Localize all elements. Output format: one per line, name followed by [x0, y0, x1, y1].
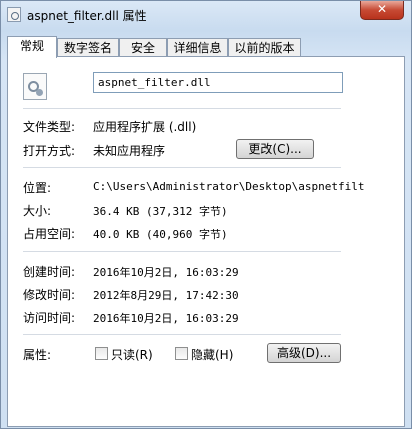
file-name-field[interactable]: aspnet_filter.dll [93, 72, 343, 93]
tab-security[interactable]: 安全 [119, 38, 167, 57]
separator [23, 334, 341, 335]
size-label: 大小: [23, 204, 52, 218]
accessed-value: 2016年10月2日, 16:03:29 [93, 312, 239, 325]
tab-previous-versions[interactable]: 以前的版本 [228, 38, 301, 57]
properties-window: aspnet_filter.dll 属性 ✕ 常规 数字签名 安全 详细信息 以… [0, 0, 412, 429]
dll-file-icon [7, 7, 21, 22]
readonly-label[interactable]: 只读(R) [111, 346, 153, 363]
open-with-label: 打开方式: [23, 144, 76, 158]
separator [23, 108, 341, 109]
hidden-label[interactable]: 隐藏(H) [191, 346, 233, 363]
change-button[interactable]: 更改(C)... [236, 139, 314, 159]
location-label: 位置: [23, 181, 52, 195]
file-type-value: 应用程序扩展 (.dll) [93, 120, 197, 134]
created-label: 创建时间: [23, 265, 76, 279]
tab-details[interactable]: 详细信息 [167, 38, 228, 57]
attributes-label: 属性: [23, 348, 52, 362]
accessed-label: 访问时间: [23, 311, 76, 325]
window-title: aspnet_filter.dll 属性 [27, 9, 147, 23]
size-on-disk-value: 40.0 KB (40,960 字节) [93, 228, 228, 241]
title-bar[interactable]: aspnet_filter.dll 属性 ✕ [1, 1, 411, 29]
file-type-icon [23, 73, 47, 100]
separator [23, 167, 341, 168]
modified-value: 2012年8月29日, 17:42:30 [93, 289, 239, 302]
separator [23, 251, 341, 252]
tab-general[interactable]: 常规 [7, 36, 57, 58]
size-value: 36.4 KB (37,312 字节) [93, 205, 228, 218]
close-button[interactable]: ✕ [360, 1, 404, 20]
open-with-value: 未知应用程序 [93, 144, 166, 158]
readonly-checkbox[interactable] [95, 347, 108, 360]
hidden-checkbox[interactable] [175, 347, 188, 360]
tab-digital-signatures[interactable]: 数字签名 [57, 38, 119, 57]
advanced-button[interactable]: 高级(D)... [267, 343, 341, 363]
location-value: C:\Users\Administrator\Desktop\aspnetfil… [93, 180, 365, 193]
file-type-label: 文件类型: [23, 120, 76, 134]
size-on-disk-label: 占用空间: [23, 227, 76, 241]
modified-label: 修改时间: [23, 288, 76, 302]
created-value: 2016年10月2日, 16:03:29 [93, 266, 239, 279]
